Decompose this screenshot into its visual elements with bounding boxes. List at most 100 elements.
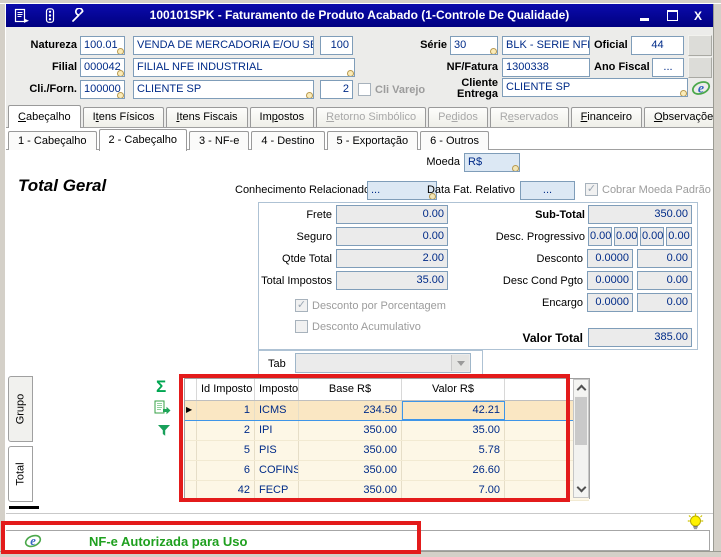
moeda-field[interactable]: R$ <box>464 153 520 172</box>
cli-forn-code-field[interactable]: 100000 <box>80 80 125 99</box>
desc-progressivo-field-3[interactable]: 0.00 <box>640 227 664 246</box>
encargo-pct-field[interactable]: 0.0000 <box>587 293 633 312</box>
desc-cond-value-field[interactable]: 0.00 <box>637 271 692 290</box>
row-marker[interactable] <box>185 421 197 440</box>
desc-progressivo-field-2[interactable]: 0.00 <box>614 227 638 246</box>
desc-cond-pct-field[interactable]: 0.0000 <box>587 271 633 290</box>
data-fat-field[interactable]: ... <box>520 181 575 200</box>
cell-imposto[interactable]: IPI <box>255 421 299 440</box>
tab-combo[interactable] <box>295 353 471 373</box>
desc-progressivo-field-1[interactable]: 0.00 <box>588 227 612 246</box>
column-header-imposto[interactable]: Imposto <box>255 379 299 400</box>
table-row-ipi[interactable]: 2IPI350.0035.00 <box>185 421 589 441</box>
table-row-icms[interactable]: ▶1ICMS234.5042.21 <box>185 401 589 421</box>
cell-valor[interactable]: 26.60 <box>402 461 505 480</box>
subtab-2-cabe-alho[interactable]: 2 - Cabeçalho <box>99 129 188 151</box>
cliente-entrega-field[interactable]: CLIENTE SP <box>502 78 688 97</box>
subtab-6-outros[interactable]: 6 - Outros <box>420 131 489 150</box>
desconto-value-field[interactable]: 0.00 <box>637 249 692 268</box>
ano-fiscal-button[interactable] <box>688 57 712 78</box>
desc-progressivo-field-4[interactable]: 0.00 <box>666 227 692 246</box>
filial-code-field[interactable]: 000042 <box>80 58 125 77</box>
table-scrollbar[interactable] <box>573 379 589 498</box>
filial-desc-field[interactable]: FILIAL NFE INDUSTRIAL <box>133 58 355 77</box>
maximize-button[interactable] <box>663 8 681 23</box>
cli-forn-desc-field[interactable]: CLIENTE SP <box>133 80 314 99</box>
subtab-4-destino[interactable]: 4 - Destino <box>251 131 324 150</box>
oficial-button[interactable] <box>688 35 712 56</box>
ano-fiscal-field[interactable]: ... <box>652 58 684 77</box>
cell-base[interactable]: 350.00 <box>299 421 402 440</box>
table-row-pis[interactable]: 5PIS350.005.78 <box>185 441 589 461</box>
serie-code-field[interactable]: 30 <box>450 36 498 55</box>
oficial-field[interactable]: 44 <box>631 36 684 55</box>
cell-id-imposto[interactable]: 5 <box>197 441 255 460</box>
cli-forn-extra-field[interactable]: 2 <box>320 80 353 99</box>
natureza-desc-field[interactable]: VENDA DE MERCADORIA E/OU SERVI <box>133 36 314 55</box>
column-header-id-imposto[interactable]: Id Imposto <box>197 379 255 400</box>
scroll-up-button[interactable] <box>574 380 588 396</box>
cell-id-imposto[interactable]: 1 <box>197 401 255 420</box>
tab-observa-es[interactable]: Observações <box>644 107 721 127</box>
row-marker[interactable] <box>185 461 197 480</box>
filter-funnel-icon[interactable] <box>157 424 171 442</box>
table-row-cofins[interactable]: 6COFINS350.0026.60 <box>185 461 589 481</box>
natureza-extra-field[interactable]: 100 <box>320 36 353 55</box>
sum-sigma-icon[interactable]: Σ <box>156 378 166 395</box>
cell-imposto[interactable]: PIS <box>255 441 299 460</box>
nfe-logo-icon[interactable]: e <box>691 78 711 103</box>
subtab-5-exporta-o[interactable]: 5 - Exportação <box>327 131 419 150</box>
tab-cabe-alho[interactable]: Cabeçalho <box>8 105 81 128</box>
cell-valor[interactable]: 35.00 <box>402 421 505 440</box>
side-tab-total[interactable]: Total <box>8 446 33 502</box>
cell-id-imposto[interactable]: 2 <box>197 421 255 440</box>
cell-base[interactable]: 234.50 <box>299 401 402 420</box>
wrench-icon[interactable] <box>70 8 86 24</box>
seguro-field[interactable]: 0.00 <box>336 227 448 246</box>
subtab-3-nf-e[interactable]: 3 - NF-e <box>189 131 249 150</box>
tab-itens-fiscais[interactable]: Itens Fiscais <box>166 107 247 127</box>
row-marker[interactable] <box>185 481 197 500</box>
export-grid-icon[interactable] <box>154 400 171 420</box>
close-button[interactable]: X <box>689 8 707 23</box>
cell-valor[interactable]: 42.21 <box>402 401 505 420</box>
natureza-code-field[interactable]: 100.01 <box>80 36 125 55</box>
minimize-button[interactable] <box>635 8 653 23</box>
cell-base[interactable]: 350.00 <box>299 441 402 460</box>
cell-imposto[interactable]: COFINS <box>255 461 299 480</box>
nf-fatura-field[interactable]: 1300338 <box>502 58 590 77</box>
column-header-base-r-[interactable]: Base R$ <box>299 379 402 400</box>
row-marker[interactable]: ▶ <box>185 401 197 420</box>
combo-dropdown-button[interactable] <box>451 355 469 371</box>
cell-base[interactable]: 350.00 <box>299 481 402 500</box>
encargo-value-field[interactable]: 0.00 <box>637 293 692 312</box>
tab-financeiro[interactable]: Financeiro <box>571 107 642 127</box>
desconto-pct-field[interactable]: 0.0000 <box>587 249 633 268</box>
tab-itens-f-sicos[interactable]: Itens Físicos <box>83 107 165 127</box>
scroll-down-button[interactable] <box>574 481 588 497</box>
cell-imposto[interactable]: ICMS <box>255 401 299 420</box>
impostos-table[interactable]: Id ImpostoImpostoBase R$Valor R$ ▶1ICMS2… <box>184 378 590 499</box>
cell-base[interactable]: 350.00 <box>299 461 402 480</box>
qtde-total-field[interactable]: 2.00 <box>336 249 448 268</box>
side-tab-grupo[interactable]: Grupo <box>8 376 33 442</box>
sub-total-field[interactable]: 350.00 <box>588 205 692 224</box>
serie-desc-field[interactable]: BLK - SERIE NFE <box>502 36 590 55</box>
row-marker[interactable] <box>185 441 197 460</box>
cell-valor[interactable]: 5.78 <box>402 441 505 460</box>
table-row-fecp[interactable]: 42FECP350.007.00 <box>185 481 589 501</box>
document-menu-icon[interactable] <box>14 8 30 24</box>
cell-valor[interactable]: 7.00 <box>402 481 505 500</box>
window-frame-left <box>0 0 6 557</box>
cell-imposto[interactable]: FECP <box>255 481 299 500</box>
traffic-light-icon[interactable] <box>42 8 58 24</box>
scrollbar-thumb[interactable] <box>575 397 587 445</box>
valor-total-field[interactable]: 385.00 <box>588 328 692 347</box>
cell-id-imposto[interactable]: 6 <box>197 461 255 480</box>
frete-field[interactable]: 0.00 <box>336 205 448 224</box>
column-header-valor-r-[interactable]: Valor R$ <box>402 379 505 400</box>
tab-impostos[interactable]: Impostos <box>250 107 315 127</box>
subtab-1-cabe-alho[interactable]: 1 - Cabeçalho <box>8 131 97 150</box>
total-impostos-field[interactable]: 35.00 <box>336 271 448 290</box>
cell-id-imposto[interactable]: 42 <box>197 481 255 500</box>
